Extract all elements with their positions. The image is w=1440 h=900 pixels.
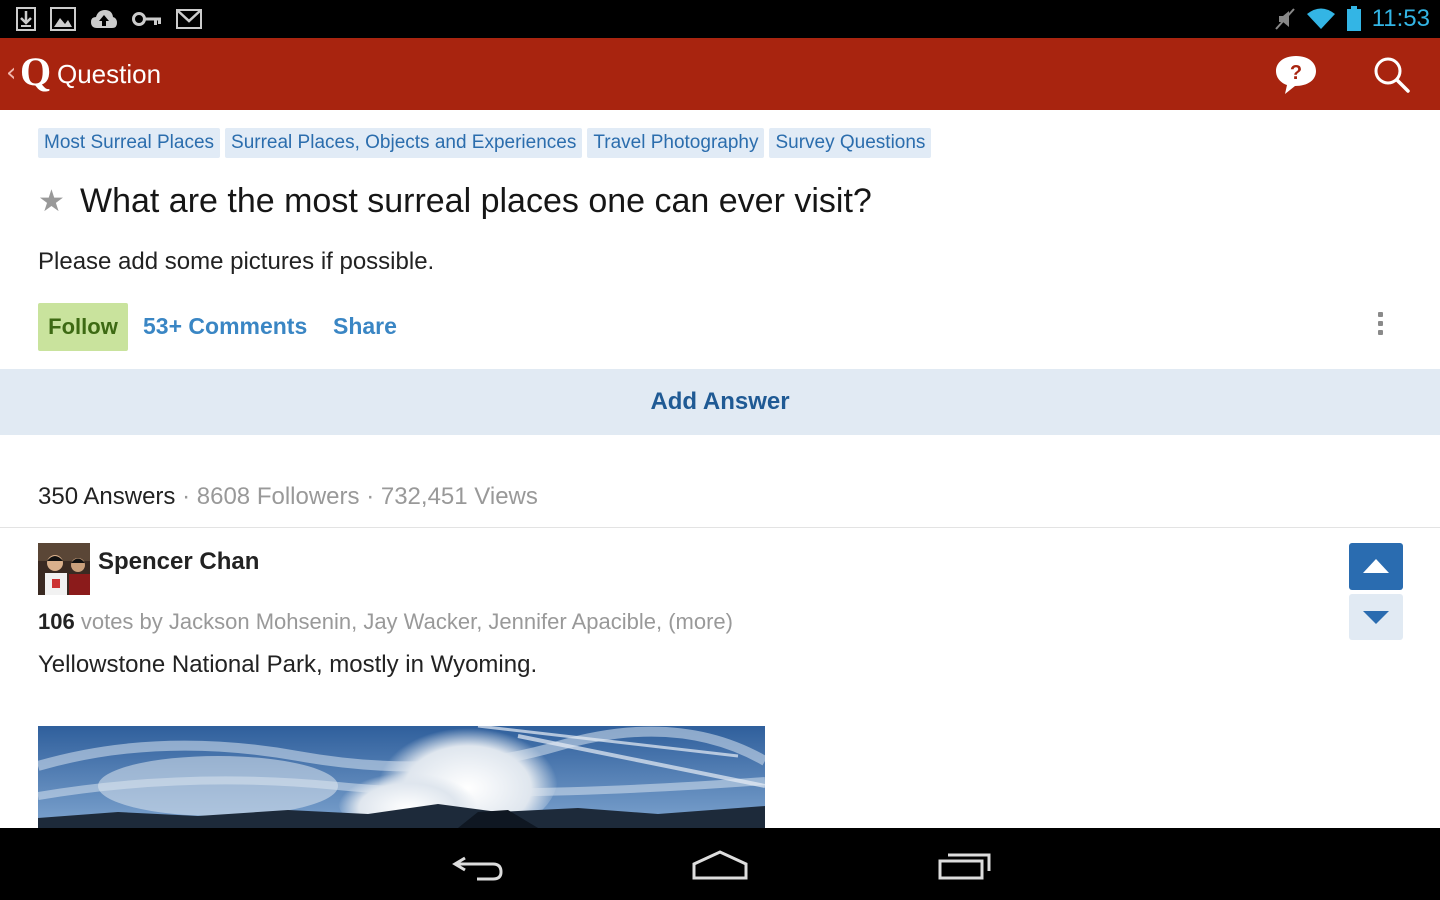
add-answer-button[interactable]: Add Answer [0,369,1440,435]
arrow-down-icon [1363,611,1389,624]
topic-chip[interactable]: Survey Questions [769,128,932,158]
cloud-upload-icon [91,10,117,28]
comments-link[interactable]: 53+ Comments [143,310,307,342]
nav-recents-button[interactable] [924,842,1004,886]
question-stats: 350 Answers · 8608 Followers · 732,451 V… [38,480,538,514]
battery-icon [1346,6,1361,31]
add-answer-label: Add Answer [650,388,790,415]
star-icon[interactable]: ★ [38,184,65,220]
recent-apps-icon [938,853,991,880]
downvote-button[interactable] [1349,594,1403,640]
mute-icon [1274,8,1295,30]
image-icon [50,7,76,31]
svg-text:?: ? [1290,62,1302,84]
status-bar: 11:53 [0,0,1440,38]
topic-chip[interactable]: Travel Photography [587,128,765,158]
vote-count: 106 [38,609,75,634]
navigation-bar [0,828,1440,900]
nav-back-button[interactable] [437,842,517,886]
avatar[interactable] [38,543,90,595]
home-icon [692,850,748,880]
wifi-icon [1306,8,1335,29]
question-title: What are the most surreal places one can… [80,182,872,220]
answer-text: Yellowstone National Park, mostly in Wyo… [38,651,538,678]
divider [0,527,1440,528]
stats-separator: · [182,483,197,510]
answer-image[interactable] [38,726,765,828]
overflow-menu-icon[interactable] [1370,312,1390,340]
nav-home-button[interactable] [680,842,760,886]
action-bar: ‹ Q Question ? [0,38,1440,110]
back-chevron-icon[interactable]: ‹ [6,60,16,86]
topic-list: Most Surreal Places Surreal Places, Obje… [38,128,932,158]
status-time: 11:53 [1371,5,1430,32]
system-status: 11:53 [1274,4,1430,34]
download-icon [16,7,36,31]
action-bar-title: Question [57,59,162,89]
stats-separator: · [366,483,381,510]
quora-logo[interactable]: Q [20,50,51,94]
key-icon [132,12,161,26]
share-link[interactable]: Share [333,310,397,342]
arrow-up-icon [1363,559,1389,573]
topic-chip[interactable]: Surreal Places, Objects and Experiences [225,128,583,158]
follow-button[interactable]: Follow [38,303,128,351]
view-count: 732,451 Views [380,483,538,510]
question-bubble-icon: ? [1276,56,1316,94]
upvote-button[interactable] [1349,543,1403,590]
notification-icons [16,6,202,32]
follower-count[interactable]: 8608 Followers [197,483,360,510]
back-arrow-icon [452,856,503,881]
search-button[interactable] [1364,50,1416,100]
ask-question-button[interactable]: ? [1270,52,1322,98]
voters-text[interactable]: votes by Jackson Mohsenin, Jay Wacker, J… [81,609,733,634]
topic-chip[interactable]: Most Surreal Places [38,128,221,158]
search-icon [1374,57,1410,93]
votes-line: 106 votes by Jackson Mohsenin, Jay Wacke… [38,606,733,638]
gmail-icon [176,9,202,29]
question-details: Please add some pictures if possible. [38,248,435,275]
answer-count: 350 Answers [38,483,176,510]
author-name[interactable]: Spencer Chan [98,546,259,578]
